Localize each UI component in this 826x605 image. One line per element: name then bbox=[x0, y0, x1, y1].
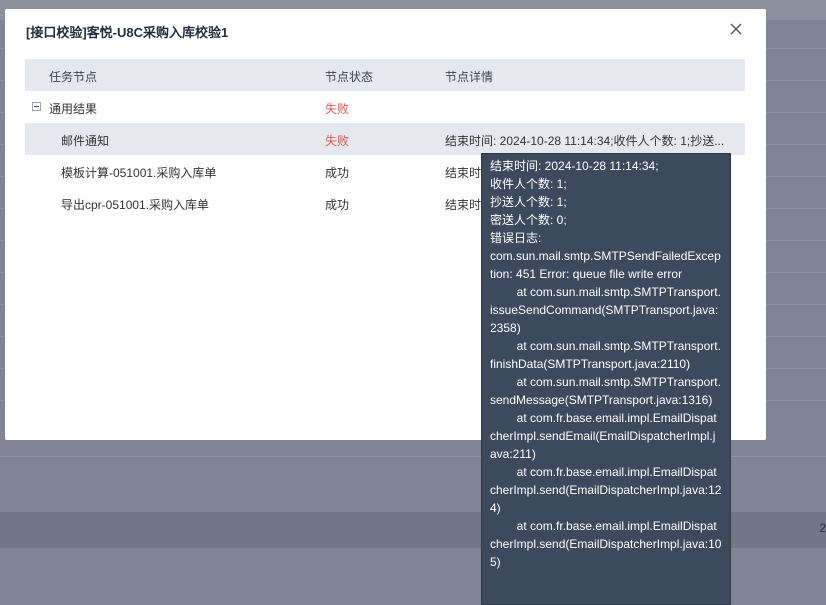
dialog-title: [接口校验]客悦-U8C采购入库校验1 bbox=[26, 25, 229, 40]
tooltip-line: com.sun.mail.smtp.SMTPSendFailedExceptio… bbox=[490, 249, 721, 281]
close-icon bbox=[730, 23, 742, 35]
bg-edge-text: 2 bbox=[819, 521, 826, 535]
tooltip-line: 结束时间: 2024-10-28 11:14:34; bbox=[490, 159, 659, 173]
tooltip-line: at com.fr.base.email.impl.EmailDispatche… bbox=[490, 465, 722, 515]
tooltip-line: at com.fr.base.email.impl.EmailDispatche… bbox=[490, 411, 717, 461]
header-node-detail: 节点详情 bbox=[445, 70, 494, 84]
header-node-status: 节点状态 bbox=[325, 70, 374, 84]
row-status: 成功 bbox=[325, 198, 350, 212]
detail-tooltip: 结束时间: 2024-10-28 11:14:34; 收件人个数: 1; 抄送人… bbox=[481, 153, 731, 605]
table-row[interactable]: 通用结果 失败 bbox=[25, 91, 745, 123]
tooltip-line: 抄送人个数: 1; bbox=[490, 195, 567, 209]
close-button[interactable] bbox=[727, 20, 745, 38]
row-node: 通用结果 bbox=[49, 102, 98, 116]
tooltip-line: at com.sun.mail.smtp.SMTPTransport.issue… bbox=[490, 285, 721, 335]
row-status: 失败 bbox=[325, 134, 350, 148]
row-node: 模板计算-051001.采购入库单 bbox=[61, 166, 217, 180]
tooltip-line: 收件人个数: 1; bbox=[490, 177, 567, 191]
header-task-node: 任务节点 bbox=[49, 70, 98, 84]
tooltip-line: at com.sun.mail.smtp.SMTPTransport.finis… bbox=[490, 339, 721, 371]
tooltip-line: at com.fr.base.email.impl.EmailDispatche… bbox=[490, 519, 722, 569]
table-header: 任务节点 节点状态 节点详情 bbox=[25, 59, 745, 91]
tooltip-line: 密送人个数: 0; bbox=[490, 213, 567, 227]
tooltip-line: 错误日志: bbox=[490, 231, 542, 245]
row-node: 邮件通知 bbox=[61, 134, 110, 148]
row-status: 成功 bbox=[325, 166, 350, 180]
row-status: 失败 bbox=[325, 102, 350, 116]
table-row[interactable]: 邮件通知 失败 结束时间: 2024-10-28 11:14:34;收件人个数:… bbox=[25, 123, 745, 155]
collapse-toggle-icon[interactable] bbox=[32, 102, 41, 111]
row-node: 导出cpr-051001.采购入库单 bbox=[61, 198, 210, 212]
row-detail[interactable]: 结束时间: 2024-10-28 11:14:34;收件人个数: 1;抄送... bbox=[445, 132, 745, 149]
tooltip-line: at com.sun.mail.smtp.SMTPTransport.sendM… bbox=[490, 375, 721, 407]
